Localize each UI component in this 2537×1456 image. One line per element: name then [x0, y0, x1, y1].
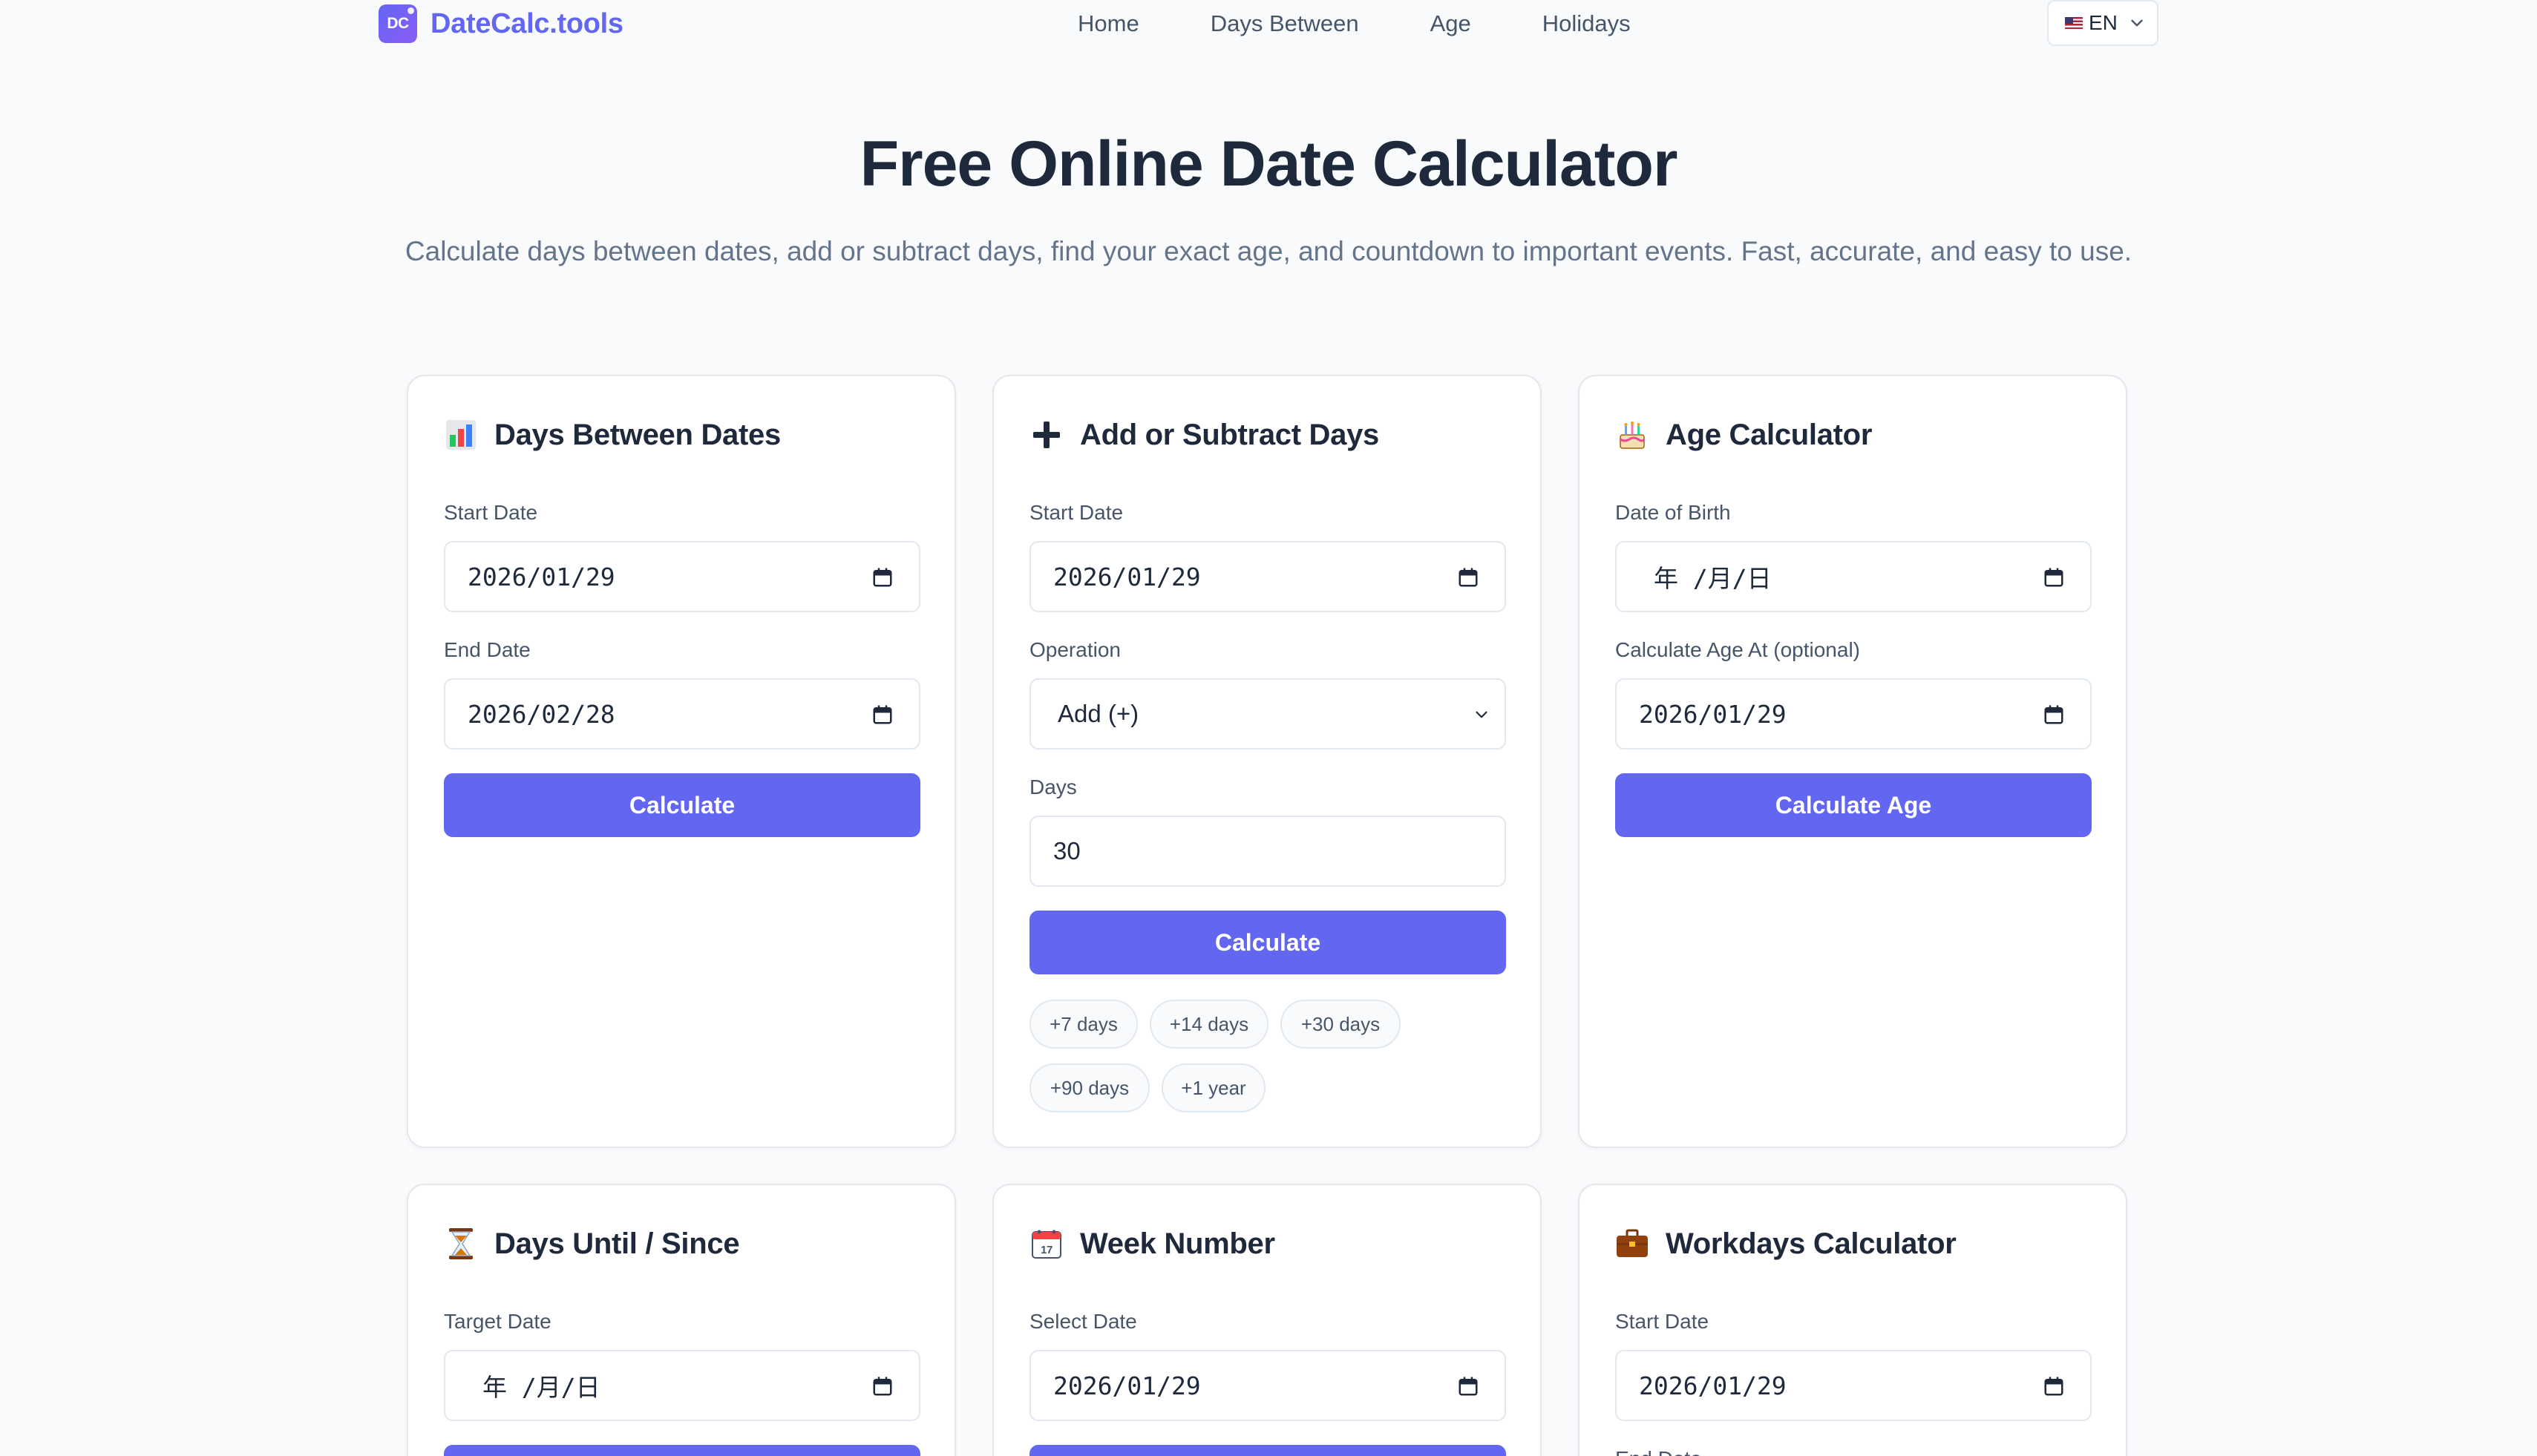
- page-title: Free Online Date Calculator: [860, 128, 1678, 200]
- start-date-input[interactable]: 2026/01/29: [1615, 1350, 2092, 1421]
- chip-90-days[interactable]: +90 days: [1029, 1063, 1150, 1112]
- start-date-value: 2026/01/29: [1639, 1371, 1787, 1400]
- operation-value: Add (+): [1058, 700, 1139, 727]
- chevron-down-icon: [1476, 711, 1487, 718]
- chip-30-days[interactable]: +30 days: [1280, 1000, 1401, 1049]
- target-date-input[interactable]: 年 /月/日: [444, 1350, 920, 1421]
- card-title: Workdays Calculator: [1615, 1227, 1957, 1261]
- calendar-icon: 17: [1029, 1227, 1064, 1261]
- bar-chart-icon: [444, 418, 478, 452]
- end-date-input[interactable]: 2026/02/28: [444, 678, 920, 750]
- target-date-value: 年 /月/日: [482, 1373, 600, 1402]
- us-flag-icon: [2065, 17, 2083, 29]
- calendar-picker-icon[interactable]: [2043, 566, 2065, 588]
- days-until-since-card: Days Until / Since Target Date 年 /月/日: [407, 1184, 956, 1456]
- logo-icon: DC: [379, 4, 417, 43]
- briefcase-icon: [1615, 1227, 1649, 1261]
- calendar-picker-icon[interactable]: [2043, 1375, 2065, 1397]
- start-date-label: Start Date: [1615, 1310, 1709, 1333]
- days-value: 30: [1053, 837, 1081, 865]
- calendar-picker-icon[interactable]: [2043, 704, 2065, 726]
- calculate-button[interactable]: [444, 1445, 920, 1456]
- select-date-label: Select Date: [1029, 1310, 1137, 1333]
- chip-14-days[interactable]: +14 days: [1150, 1000, 1268, 1049]
- days-label: Days: [1029, 775, 1077, 798]
- chip-1-year[interactable]: +1 year: [1162, 1063, 1266, 1112]
- select-date-value: 2026/01/29: [1053, 1371, 1201, 1400]
- start-date-label: Start Date: [444, 501, 538, 524]
- age-at-value: 2026/01/29: [1639, 699, 1787, 729]
- chip-7-days[interactable]: +7 days: [1029, 1000, 1138, 1049]
- nav-days-between[interactable]: Days Between: [1211, 10, 1359, 37]
- card-title-text: Add or Subtract Days: [1080, 418, 1379, 451]
- card-title: 17 Week Number: [1029, 1227, 1275, 1261]
- nav-age[interactable]: Age: [1430, 10, 1471, 37]
- week-number-card: 17 Week Number Select Date 2026/01/29: [992, 1184, 1542, 1456]
- operation-label: Operation: [1029, 638, 1121, 661]
- page-subtitle: Calculate days between dates, add or sub…: [405, 236, 2132, 266]
- calendar-picker-icon[interactable]: [871, 1375, 894, 1397]
- plus-icon: [1029, 418, 1064, 452]
- calculate-button[interactable]: Calculate: [1029, 911, 1506, 974]
- days-input[interactable]: 30: [1029, 816, 1506, 887]
- card-title-text: Age Calculator: [1666, 418, 1873, 451]
- dob-value: 年 /月/日: [1654, 564, 1772, 593]
- end-date-label: End Date: [1615, 1447, 1702, 1456]
- calendar-picker-icon[interactable]: [1457, 1375, 1479, 1397]
- days-between-card: Days Between Dates Start Date 2026/01/29…: [407, 375, 956, 1148]
- card-title: Days Until / Since: [444, 1227, 740, 1261]
- card-title-text: Week Number: [1080, 1227, 1275, 1260]
- card-title: Age Calculator: [1615, 418, 1872, 452]
- dob-label: Date of Birth: [1615, 501, 1731, 524]
- start-date-value: 2026/01/29: [468, 562, 615, 591]
- start-date-input[interactable]: 2026/01/29: [444, 541, 920, 612]
- age-at-label: Calculate Age At (optional): [1615, 638, 1860, 661]
- age-calculator-card: Age Calculator Date of Birth 年 /月/日 Calc…: [1578, 375, 2127, 1148]
- hourglass-icon: [444, 1227, 478, 1261]
- calendar-picker-icon[interactable]: [1457, 566, 1479, 588]
- site-header: DC DateCalc.tools Home Days Between Age …: [0, 0, 2537, 49]
- workdays-card: Workdays Calculator Start Date 2026/01/2…: [1578, 1184, 2127, 1456]
- main-nav: Home Days Between Age Holidays: [1078, 10, 1631, 37]
- birthday-cake-icon: [1615, 418, 1649, 452]
- card-title-text: Days Until / Since: [494, 1227, 740, 1260]
- operation-select[interactable]: Add (+): [1029, 678, 1506, 750]
- end-date-value: 2026/02/28: [468, 699, 615, 729]
- svg-text:17: 17: [1041, 1244, 1053, 1256]
- calendar-picker-icon[interactable]: [871, 566, 894, 588]
- card-title: Days Between Dates: [444, 418, 781, 452]
- logo-text: DateCalc.tools: [431, 7, 623, 39]
- start-date-input[interactable]: 2026/01/29: [1029, 541, 1506, 612]
- language-label: EN: [2089, 11, 2118, 34]
- card-title-text: Days Between Dates: [494, 418, 781, 451]
- nav-holidays[interactable]: Holidays: [1542, 10, 1631, 37]
- age-at-input[interactable]: 2026/01/29: [1615, 678, 2092, 750]
- start-date-value: 2026/01/29: [1053, 562, 1201, 591]
- logo[interactable]: DC DateCalc.tools: [379, 4, 623, 43]
- card-title: Add or Subtract Days: [1029, 418, 1379, 452]
- calculate-button[interactable]: [1029, 1445, 1506, 1456]
- chevron-down-icon: [2131, 19, 2143, 27]
- calculate-button[interactable]: Calculate: [444, 773, 920, 837]
- target-date-label: Target Date: [444, 1310, 551, 1333]
- select-date-input[interactable]: 2026/01/29: [1029, 1350, 1506, 1421]
- dob-input[interactable]: 年 /月/日: [1615, 541, 2092, 612]
- add-subtract-card: Add or Subtract Days Start Date 2026/01/…: [992, 375, 1542, 1148]
- calendar-picker-icon[interactable]: [871, 704, 894, 726]
- card-title-text: Workdays Calculator: [1666, 1227, 1957, 1260]
- language-select[interactable]: EN: [2047, 0, 2158, 46]
- calculate-age-button[interactable]: Calculate Age: [1615, 773, 2092, 837]
- end-date-label: End Date: [444, 638, 531, 661]
- start-date-label: Start Date: [1029, 501, 1124, 524]
- nav-home[interactable]: Home: [1078, 10, 1139, 37]
